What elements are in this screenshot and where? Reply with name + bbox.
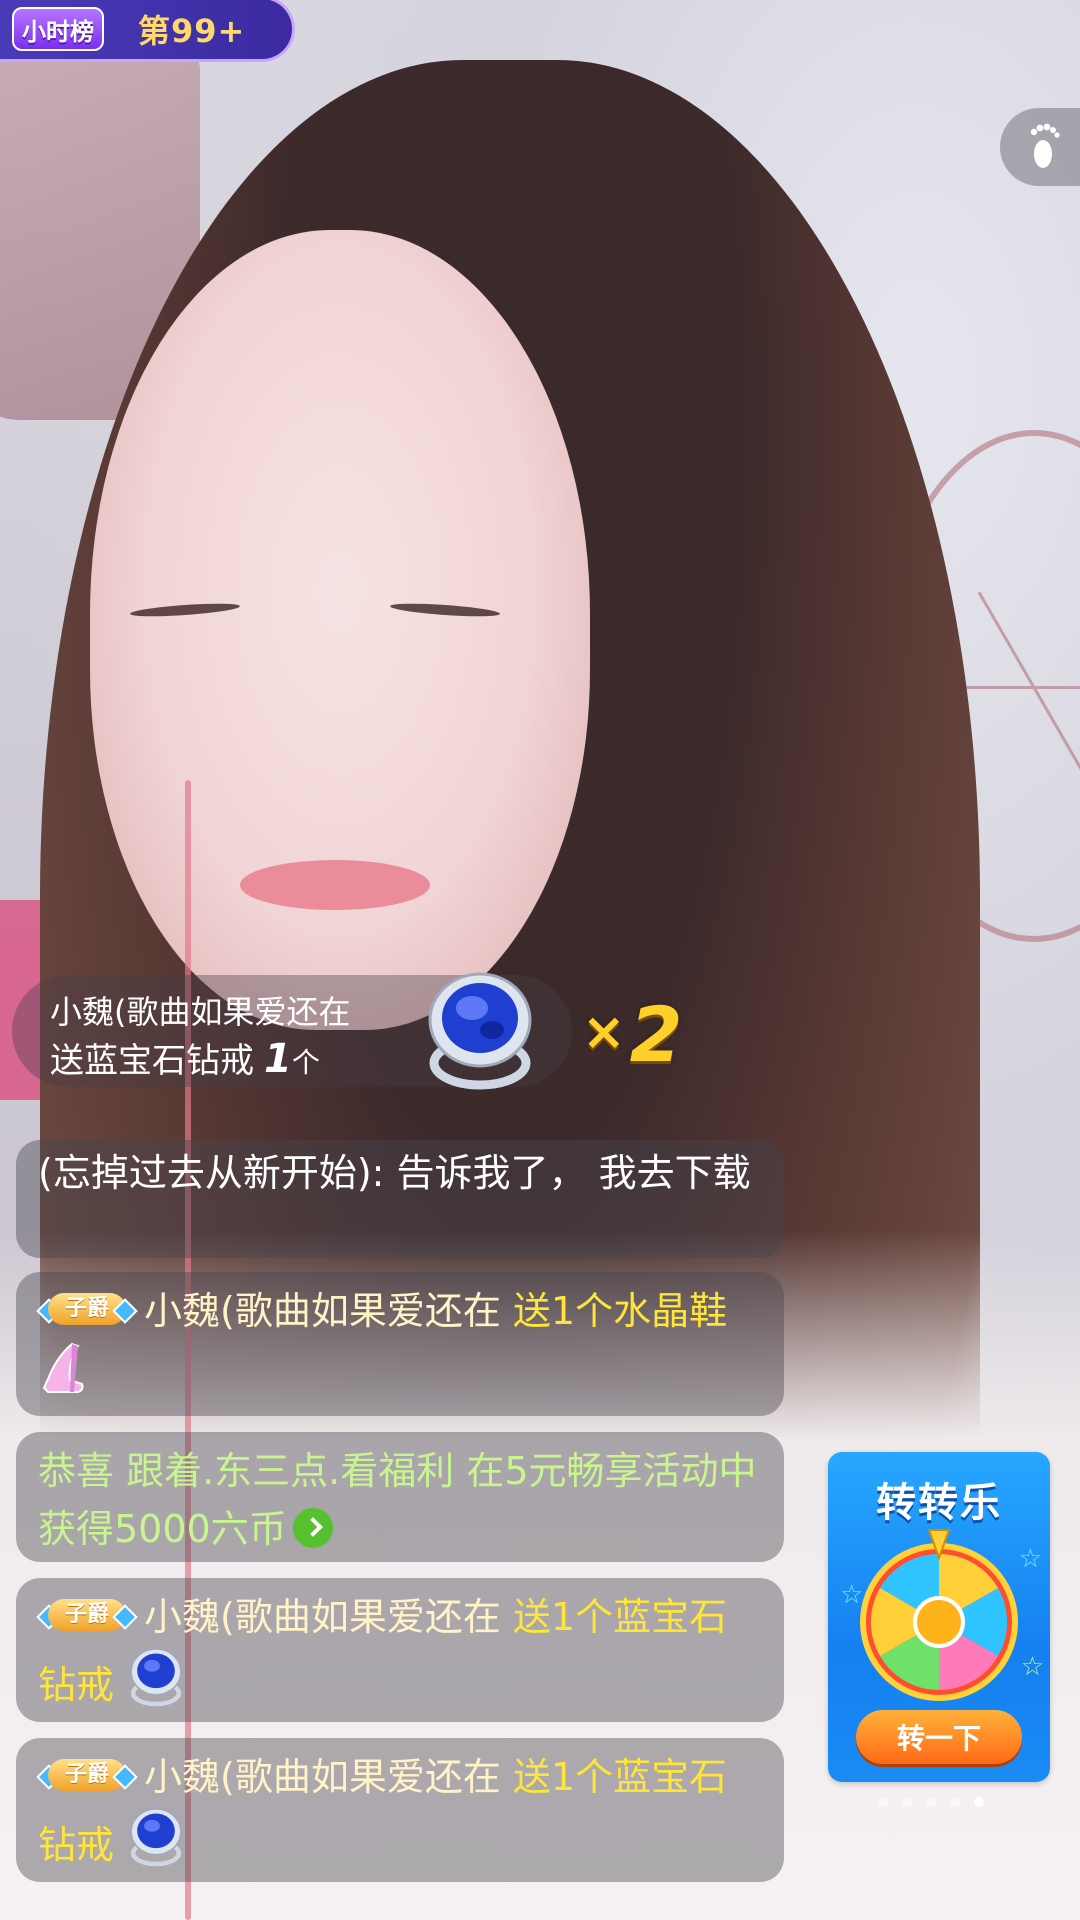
spin-wheel-icon xyxy=(860,1529,1018,1701)
gift-sender: 小魏(歌曲如果爱还在 xyxy=(50,993,351,1031)
chat-text: (忘掉过去从新开始): 告诉我了， 我去下载 xyxy=(38,1151,751,1195)
chat-message-partial: (忘掉过去从新开始): 告诉我了， 我去下载 xyxy=(16,1140,784,1258)
star-icon: ☆ xyxy=(1020,1652,1044,1682)
rank-position: 第99+ xyxy=(138,12,246,50)
rank-badge-viscount: 子爵 xyxy=(36,1290,138,1328)
gift-verb: 送 xyxy=(50,1041,84,1081)
chat-message[interactable]: 子爵 小魏(歌曲如果爱还在 送1个水晶鞋 xyxy=(16,1272,784,1416)
star-icon: ☆ xyxy=(1018,1544,1042,1574)
system-message[interactable]: 恭喜 跟着.东三点.看福利 在5元畅享活动中获得5000六币 xyxy=(16,1432,784,1562)
spin-button[interactable]: 转一下 xyxy=(856,1710,1022,1764)
chat-username[interactable]: 小魏(歌曲如果爱还在 xyxy=(144,1289,501,1333)
footprint-button[interactable] xyxy=(1000,108,1080,186)
gift-description: 送蓝宝石钻戒 1个 xyxy=(50,1033,320,1082)
hourly-rank-badge: 小时榜 xyxy=(12,7,104,51)
spin-wheel-title: 转转乐 xyxy=(876,1480,1002,1526)
system-message-text: 恭喜 跟着.东三点.看福利 在5元畅享活动中获得5000六币 xyxy=(38,1449,757,1551)
footprint-icon xyxy=(1030,123,1060,168)
gift-name: 蓝宝石钻戒 xyxy=(84,1041,254,1081)
spin-wheel-activity[interactable]: 转转乐 ☆ ☆ ☆ 转一下 xyxy=(828,1452,1050,1782)
arrow-right-icon[interactable] xyxy=(292,1508,333,1548)
sapphire-ring-icon xyxy=(130,1808,182,1867)
sapphire-ring-icon xyxy=(130,1648,182,1707)
rank-badge-viscount: 子爵 xyxy=(36,1756,138,1794)
gift-count: 1 xyxy=(264,1036,292,1082)
gift-unit: 个 xyxy=(291,1046,320,1079)
activity-pager-dots xyxy=(878,1797,984,1807)
chat-message[interactable]: 子爵 小魏(歌曲如果爱还在 送1个蓝宝石钻戒 xyxy=(16,1578,784,1722)
chat-message[interactable]: 子爵 小魏(歌曲如果爱还在 送1个蓝宝石钻戒 xyxy=(16,1738,784,1882)
hourly-rank-pill[interactable]: 小时榜 第99+ xyxy=(0,0,295,62)
crystal-shoe-icon xyxy=(42,1342,84,1393)
gift-multiplier: ×2 xyxy=(582,990,683,1079)
sapphire-ring-icon xyxy=(428,972,532,1090)
chat-username[interactable]: 小魏(歌曲如果爱还在 xyxy=(144,1595,501,1639)
rank-badge-viscount: 子爵 xyxy=(36,1596,138,1634)
chat-gift-text: 送1个水晶鞋 xyxy=(512,1289,728,1333)
chat-username[interactable]: 小魏(歌曲如果爱还在 xyxy=(144,1755,501,1799)
